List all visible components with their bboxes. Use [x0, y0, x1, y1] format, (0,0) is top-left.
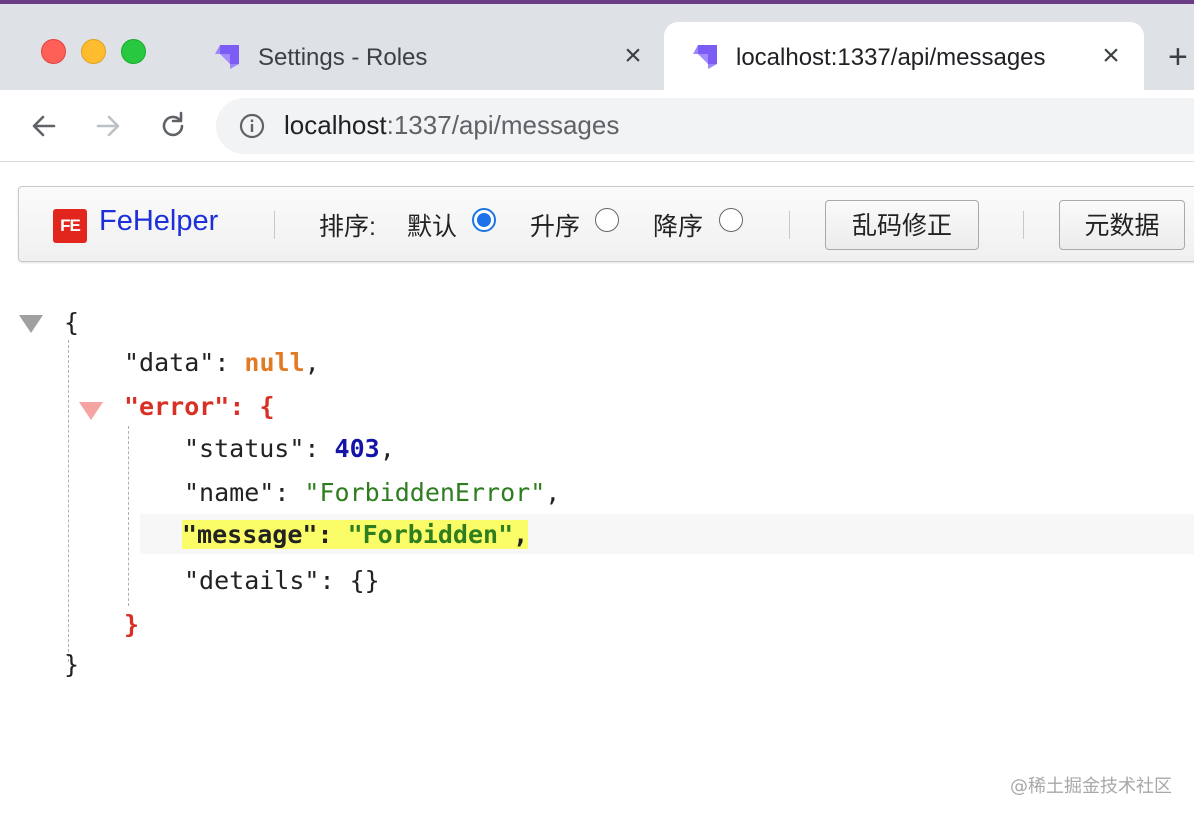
close-window-button[interactable]: [41, 39, 66, 64]
sort-asc-radio[interactable]: [595, 208, 619, 232]
strapi-icon: [693, 45, 717, 69]
indent-guide: [68, 340, 69, 662]
json-line-details: "details": {}: [184, 566, 380, 595]
sort-desc-radio[interactable]: [719, 208, 743, 232]
json-null-value: null: [244, 348, 305, 377]
json-close-brace: }: [64, 650, 80, 679]
close-tab-icon[interactable]: ×: [620, 41, 646, 71]
reload-icon[interactable]: [155, 108, 191, 144]
collapse-root-icon[interactable]: [19, 315, 43, 333]
json-viewer: { "data": null, "error": { "status": 403…: [0, 296, 1194, 716]
json-line-data: "data": null,: [124, 348, 320, 377]
json-key: "status": [184, 434, 305, 463]
json-key: "error": [124, 392, 230, 421]
strapi-icon: [215, 45, 239, 69]
sort-label: 排序:: [319, 213, 376, 241]
browser-toolbar: localhost:1337/api/messages: [0, 90, 1194, 162]
json-key: "data": [124, 348, 215, 377]
json-open-brace: {: [64, 308, 80, 337]
fix-encoding-button[interactable]: 乱码修正: [825, 200, 979, 250]
separator: [274, 211, 275, 239]
json-object-value: {}: [349, 566, 380, 595]
url-text: localhost:1337/api/messages: [284, 110, 619, 141]
separator: [789, 211, 790, 239]
json-line-error[interactable]: "error": {: [124, 392, 275, 422]
json-string-value: "ForbiddenError": [304, 478, 546, 507]
json-key: "details": [184, 566, 320, 595]
info-icon[interactable]: [238, 112, 266, 140]
json-brace: {: [259, 392, 275, 421]
collapse-error-icon[interactable]: [79, 402, 103, 420]
tab-title: localhost:1337/api/messages: [736, 44, 1046, 71]
new-tab-button[interactable]: +: [1168, 40, 1188, 74]
tab-title: Settings - Roles: [258, 44, 428, 71]
fehelper-toolbar: FE FeHelper 排序: 默认 升序 降序 乱码修正 元数据: [18, 186, 1194, 262]
json-string-value: "Forbidden": [347, 520, 514, 549]
separator: [1023, 211, 1024, 239]
address-bar[interactable]: localhost:1337/api/messages: [216, 98, 1194, 154]
close-tab-icon[interactable]: ×: [1098, 41, 1124, 71]
tab-api-messages[interactable]: localhost:1337/api/messages ×: [664, 22, 1144, 94]
json-key: "name": [184, 478, 275, 507]
json-line-message[interactable]: "message": "Forbidden",: [182, 518, 529, 552]
indent-guide: [128, 426, 129, 606]
forward-arrow-icon[interactable]: [90, 108, 126, 144]
tab-strip: Settings - Roles × localhost:1337/api/me…: [0, 0, 1194, 94]
sort-asc-label: 升序: [530, 213, 581, 241]
url-path: :1337/api/messages: [386, 110, 620, 140]
json-key: "message": [182, 520, 318, 549]
fehelper-brand[interactable]: FeHelper: [99, 205, 218, 238]
sort-default-radio[interactable]: [472, 208, 496, 232]
json-highlight: "message": "Forbidden",: [182, 520, 529, 549]
json-error-close-brace: }: [124, 610, 140, 639]
json-line-status: "status": 403,: [184, 434, 395, 463]
metadata-button[interactable]: 元数据: [1059, 200, 1185, 250]
back-arrow-icon[interactable]: [26, 108, 62, 144]
maximize-window-button[interactable]: [121, 39, 146, 64]
sort-default-label: 默认: [407, 213, 458, 241]
minimize-window-button[interactable]: [81, 39, 106, 64]
watermark: @稀土掘金技术社区: [1010, 776, 1172, 797]
json-line-name: "name": "ForbiddenError",: [184, 478, 561, 507]
fehelper-logo-icon: FE: [53, 209, 87, 243]
url-host: localhost: [284, 110, 387, 140]
logo-text: FE: [60, 216, 81, 235]
tab-settings-roles[interactable]: Settings - Roles ×: [190, 22, 660, 94]
sort-desc-label: 降序: [653, 213, 704, 241]
json-number-value: 403: [334, 434, 380, 463]
